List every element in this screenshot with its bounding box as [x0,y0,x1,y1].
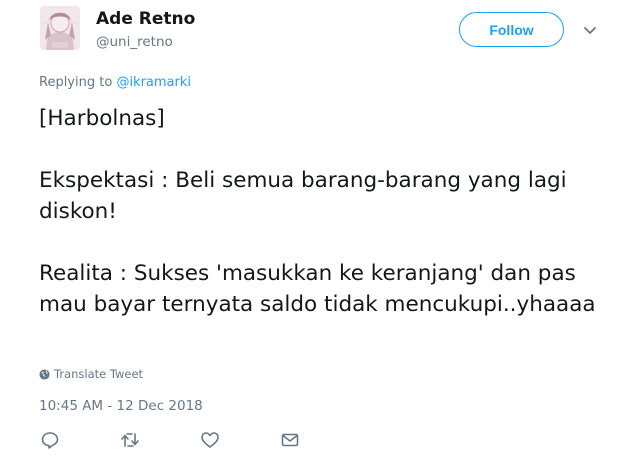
reply-mention-link[interactable]: @ikramarki [116,75,191,90]
tweet-header: Ade Retno @uni_retno Follow [0,0,636,66]
translate-tweet-label: Translate Tweet [54,367,144,381]
like-icon[interactable] [200,430,220,450]
reply-icon[interactable] [40,430,60,450]
direct-message-icon[interactable] [280,430,300,450]
globe-icon [39,368,50,380]
tweet-text: [Harbolnas] Ekspektasi : Beli semua bara… [39,106,596,317]
author-name[interactable]: Ade Retno [96,9,195,29]
retweet-icon[interactable] [120,430,140,450]
tweet-timestamp[interactable]: 10:45 AM - 12 Dec 2018 [39,398,203,414]
follow-button[interactable]: Follow [459,12,564,47]
avatar[interactable] [40,6,80,50]
replying-to: Replying to @ikramarki [39,75,191,90]
translate-tweet-link[interactable]: Translate Tweet [39,367,143,381]
chevron-down-icon[interactable] [582,22,598,38]
author-handle[interactable]: @uni_retno [96,34,173,50]
replying-to-prefix: Replying to [39,75,117,90]
